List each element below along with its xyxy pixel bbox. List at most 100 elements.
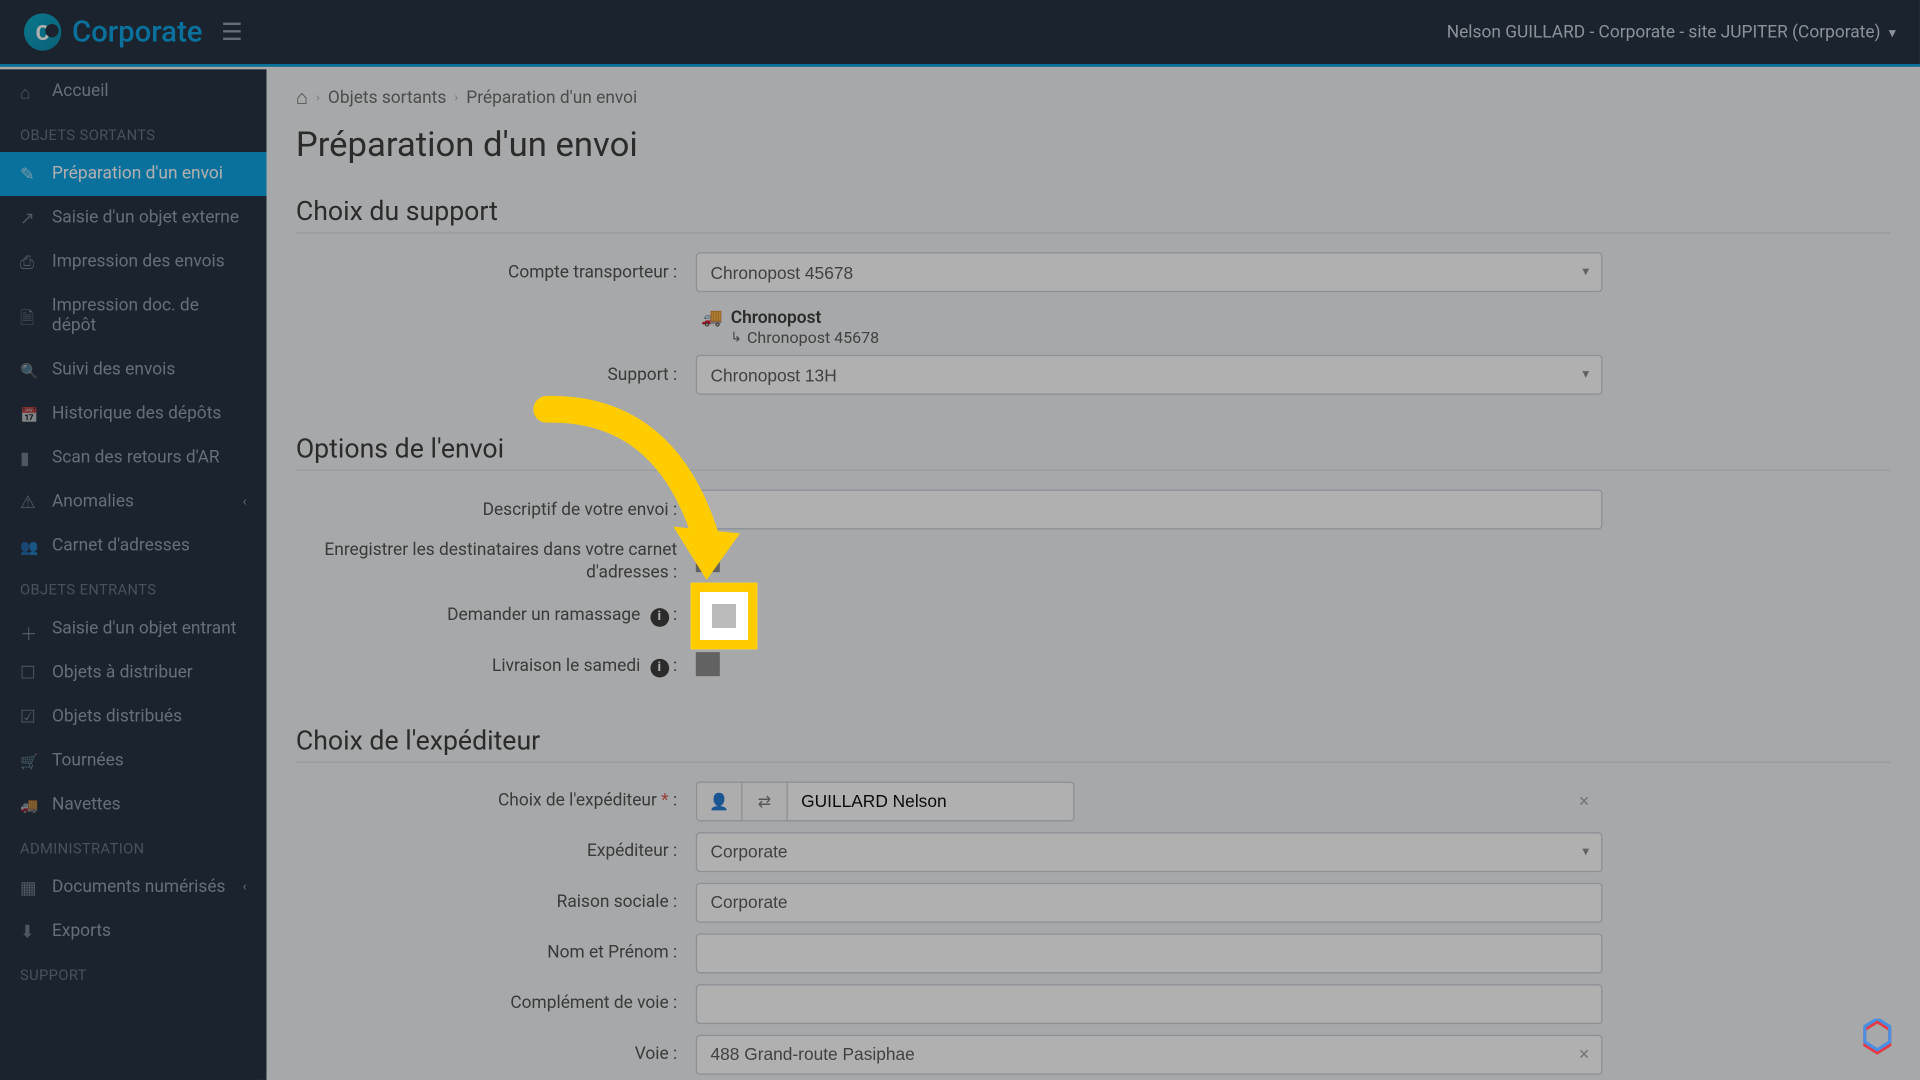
sidebar-label: Impression doc. de dépôt — [52, 296, 247, 336]
checkbox-save-addr[interactable] — [696, 548, 720, 572]
sidebar-item-anomalies[interactable]: Anomalies ‹ — [0, 480, 267, 524]
sidebar-label: Historique des dépôts — [52, 404, 221, 424]
users-icon — [20, 537, 39, 556]
user-info-text: Nelson GUILLARD - Corporate - site JUPIT… — [1447, 22, 1881, 42]
carrier-name: Chronopost — [701, 308, 1890, 328]
label-save-addr: Enregistrer les destinataires dans votre… — [296, 540, 696, 585]
user-menu[interactable]: Nelson GUILLARD - Corporate - site JUPIT… — [1447, 22, 1896, 42]
calendar-icon — [20, 405, 39, 424]
main-content: › Objets sortants › Préparation d'un env… — [267, 69, 1920, 1080]
tutorial-highlight-saturday-checkbox[interactable] — [691, 583, 758, 650]
input-choix-exped[interactable] — [787, 781, 1075, 821]
breadcrumb-item: Préparation d'un envoi — [466, 87, 637, 107]
grid-icon — [20, 878, 39, 897]
sidebar-section-support: SUPPORT — [0, 953, 267, 992]
label-saturday: Livraison le samedi i : — [296, 656, 696, 677]
section-title-support: Choix du support — [296, 195, 1891, 227]
box-icon — [20, 663, 39, 682]
divider — [296, 761, 1891, 762]
divider — [296, 469, 1891, 470]
sidebar-label: Préparation d'un envoi — [52, 164, 223, 184]
sidebar-label: Carnet d'adresses — [52, 536, 190, 556]
top-navbar: C Corporate ☰ Nelson GUILLARD - Corporat… — [0, 0, 1920, 67]
info-icon[interactable]: i — [650, 608, 669, 627]
divider — [296, 232, 1891, 233]
file-icon — [20, 307, 39, 326]
brand-logo[interactable]: C Corporate — [24, 13, 202, 50]
section-title-options: Options de l'envoi — [296, 432, 1891, 464]
sidebar-item-home[interactable]: Accueil — [0, 69, 267, 113]
sidebar-item-suivi[interactable]: Suivi des envois — [0, 348, 267, 392]
label-choix-exped: Choix de l'expéditeur * : — [296, 791, 696, 811]
sidebar-item-docs-num[interactable]: Documents numérisés ‹ — [0, 865, 267, 909]
sidebar-item-saisie-externe[interactable]: Saisie d'un objet externe — [0, 196, 267, 240]
label-pickup: Demander un ramassage i : — [296, 605, 696, 626]
search-icon — [20, 361, 39, 380]
sidebar-label: Tournées — [52, 751, 124, 771]
sidebar-item-distribuer[interactable]: Objets à distribuer — [0, 651, 267, 695]
check-icon — [20, 707, 39, 726]
input-voie[interactable] — [696, 1034, 1603, 1074]
clear-icon[interactable]: × — [1579, 790, 1589, 811]
checkbox-saturday[interactable] — [696, 652, 720, 676]
label-descriptif: Descriptif de votre envoi : — [296, 499, 696, 519]
sidebar-item-impression-envois[interactable]: Impression des envois — [0, 240, 267, 284]
hamburger-icon[interactable]: ☰ — [221, 18, 243, 46]
label-voie: Voie : — [296, 1044, 696, 1064]
external-icon — [20, 209, 39, 228]
input-complement[interactable] — [696, 984, 1603, 1024]
clear-icon[interactable]: × — [1579, 1044, 1589, 1065]
select-support[interactable]: Chronopost 13H — [696, 355, 1603, 395]
label-nom: Nom et Prénom : — [296, 943, 696, 963]
input-descriptif[interactable] — [696, 489, 1603, 529]
label-support: Support : — [296, 365, 696, 385]
breadcrumb-item[interactable]: Objets sortants — [328, 87, 446, 107]
sidebar-item-preparation[interactable]: Préparation d'un envoi — [0, 152, 267, 196]
sidebar-item-scan-ar[interactable]: Scan des retours d'AR — [0, 436, 267, 480]
logo-icon: C — [24, 13, 61, 50]
chevron-right-icon: ‹ — [243, 880, 247, 895]
page-title: Préparation d'un envoi — [267, 125, 1920, 181]
sidebar-section-sortants: OBJETS SORTANTS — [0, 113, 267, 152]
help-widget-icon[interactable] — [1859, 1019, 1896, 1056]
sidebar-item-carnet[interactable]: Carnet d'adresses — [0, 524, 267, 568]
sidebar-item-exports[interactable]: Exports — [0, 909, 267, 953]
sidebar-label: Suivi des envois — [52, 360, 175, 380]
info-icon[interactable]: i — [650, 658, 669, 677]
barcode-icon — [20, 449, 39, 468]
breadcrumb: › Objets sortants › Préparation d'un env… — [267, 69, 1920, 125]
sidebar-label: Anomalies — [52, 492, 134, 512]
sidebar-item-historique[interactable]: Historique des dépôts — [0, 392, 267, 436]
sidebar-label: Exports — [52, 921, 111, 941]
label-raison: Raison sociale : — [296, 892, 696, 912]
home-icon[interactable] — [296, 85, 308, 109]
sidebar-item-distribues[interactable]: Objets distribués — [0, 695, 267, 739]
label-expediteur: Expéditeur : — [296, 842, 696, 862]
select-compte-transporteur[interactable]: Chronopost 45678 — [696, 252, 1603, 292]
sidebar-label: Impression des envois — [52, 252, 225, 272]
sidebar-label: Scan des retours d'AR — [52, 448, 220, 468]
sidebar-label: Accueil — [52, 81, 109, 101]
exped-tree-button[interactable]: ⇄ — [741, 781, 786, 821]
sidebar-item-impression-depot[interactable]: Impression doc. de dépôt — [0, 284, 267, 348]
chevron-right-icon: ‹ — [243, 495, 247, 510]
sidebar-label: Saisie d'un objet entrant — [52, 619, 236, 639]
checkbox-saturday-highlighted[interactable] — [712, 604, 736, 628]
select-expediteur[interactable]: Corporate — [696, 832, 1603, 872]
input-nom[interactable] — [696, 933, 1603, 973]
exped-user-button[interactable]: 👤 — [696, 781, 741, 821]
sidebar-label: Documents numérisés — [52, 877, 225, 897]
download-icon — [20, 922, 39, 941]
sidebar-item-navettes[interactable]: Navettes — [0, 783, 267, 827]
sidebar-label: Objets à distribuer — [52, 663, 193, 683]
truck-icon — [20, 795, 39, 814]
label-complement: Complément de voie : — [296, 994, 696, 1014]
sidebar-label: Objets distribués — [52, 707, 182, 727]
sidebar-item-tournees[interactable]: Tournées — [0, 739, 267, 783]
sidebar-item-saisie-entrant[interactable]: Saisie d'un objet entrant — [0, 607, 267, 651]
home-icon — [20, 82, 39, 101]
plus-icon — [20, 619, 39, 638]
breadcrumb-sep: › — [454, 90, 458, 105]
breadcrumb-sep: › — [316, 90, 320, 105]
input-raison[interactable] — [696, 882, 1603, 922]
